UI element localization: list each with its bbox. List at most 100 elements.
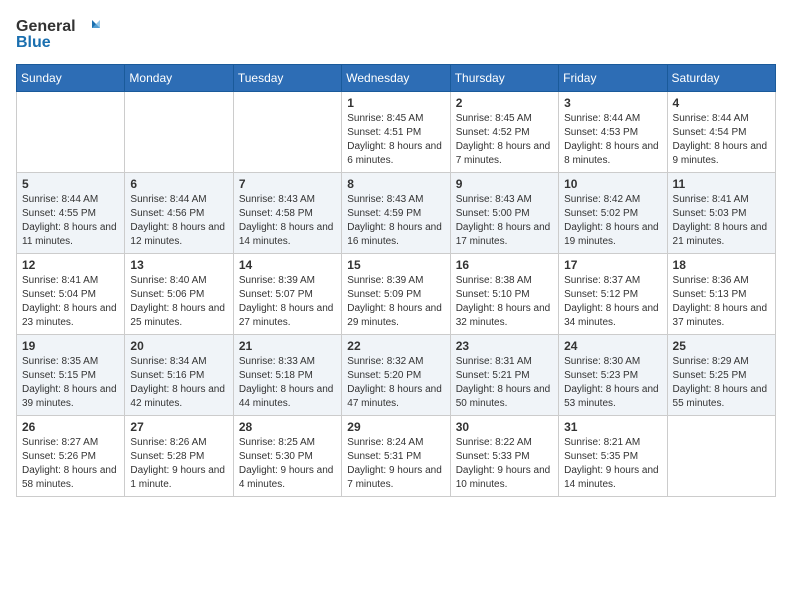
calendar-day-cell: 27 Sunrise: 8:26 AM Sunset: 5:28 PM Dayli… <box>125 416 233 497</box>
calendar-day-cell: 24 Sunrise: 8:30 AM Sunset: 5:23 PM Dayli… <box>559 335 667 416</box>
day-number: 18 <box>673 258 770 272</box>
day-info: Sunrise: 8:21 AM Sunset: 5:35 PM Dayligh… <box>564 436 661 492</box>
day-info: Sunrise: 8:26 AM Sunset: 5:28 PM Dayligh… <box>130 436 227 492</box>
day-number: 8 <box>347 177 444 191</box>
day-info: Sunrise: 8:45 AM Sunset: 4:52 PM Dayligh… <box>456 112 553 168</box>
calendar-day-cell: 12Sunrise: 8:41 AM Sunset: 5:04 PM Dayli… <box>17 254 125 335</box>
calendar-day-cell: 30Sunrise: 8:22 AM Sunset: 5:33 PM Dayli… <box>450 416 558 497</box>
calendar-day-cell: 22 Sunrise: 8:32 AM Sunset: 5:20 PM Dayli… <box>342 335 450 416</box>
logo: General Blue <box>16 16 100 52</box>
day-of-week-header: Sunday <box>17 65 125 92</box>
day-number: 23 <box>456 339 553 353</box>
day-info: Sunrise: 8:41 AM Sunset: 5:04 PM Dayligh… <box>22 274 119 330</box>
day-number: 29 <box>347 420 444 434</box>
logo-bird-icon <box>78 16 100 38</box>
calendar-day-cell <box>17 92 125 173</box>
day-number: 7 <box>239 177 336 191</box>
day-info: Sunrise: 8:42 AM Sunset: 5:02 PM Dayligh… <box>564 193 661 249</box>
day-number: 28 <box>239 420 336 434</box>
day-info: Sunrise: 8:38 AM Sunset: 5:10 PM Dayligh… <box>456 274 553 330</box>
calendar-day-cell: 14 Sunrise: 8:39 AM Sunset: 5:07 PM Dayli… <box>233 254 341 335</box>
day-info: Sunrise: 8:25 AM Sunset: 5:30 PM Dayligh… <box>239 436 336 492</box>
calendar-day-cell: 10 Sunrise: 8:42 AM Sunset: 5:02 PM Dayli… <box>559 173 667 254</box>
calendar-day-cell: 23 Sunrise: 8:31 AM Sunset: 5:21 PM Dayli… <box>450 335 558 416</box>
day-number: 5 <box>22 177 119 191</box>
calendar-day-cell: 7 Sunrise: 8:43 AM Sunset: 4:58 PM Daylig… <box>233 173 341 254</box>
day-info: Sunrise: 8:39 AM Sunset: 5:07 PM Dayligh… <box>239 274 336 330</box>
day-info: Sunrise: 8:37 AM Sunset: 5:12 PM Dayligh… <box>564 274 661 330</box>
calendar-day-cell: 18 Sunrise: 8:36 AM Sunset: 5:13 PM Dayli… <box>667 254 775 335</box>
calendar-day-cell: 16 Sunrise: 8:38 AM Sunset: 5:10 PM Dayli… <box>450 254 558 335</box>
calendar-day-cell: 26Sunrise: 8:27 AM Sunset: 5:26 PM Dayli… <box>17 416 125 497</box>
page-header: General Blue <box>16 16 776 52</box>
day-info: Sunrise: 8:39 AM Sunset: 5:09 PM Dayligh… <box>347 274 444 330</box>
calendar-day-cell: 1Sunrise: 8:45 AM Sunset: 4:51 PM Daylig… <box>342 92 450 173</box>
day-number: 14 <box>239 258 336 272</box>
calendar-day-cell: 11 Sunrise: 8:41 AM Sunset: 5:03 PM Dayli… <box>667 173 775 254</box>
day-info: Sunrise: 8:36 AM Sunset: 5:13 PM Dayligh… <box>673 274 770 330</box>
calendar-week-row: 1Sunrise: 8:45 AM Sunset: 4:51 PM Daylig… <box>17 92 776 173</box>
calendar-table: SundayMondayTuesdayWednesdayThursdayFrid… <box>16 64 776 497</box>
calendar-day-cell: 4Sunrise: 8:44 AM Sunset: 4:54 PM Daylig… <box>667 92 775 173</box>
calendar-week-row: 12Sunrise: 8:41 AM Sunset: 5:04 PM Dayli… <box>17 254 776 335</box>
day-info: Sunrise: 8:31 AM Sunset: 5:21 PM Dayligh… <box>456 355 553 411</box>
day-number: 17 <box>564 258 661 272</box>
calendar-day-cell: 20 Sunrise: 8:34 AM Sunset: 5:16 PM Dayli… <box>125 335 233 416</box>
day-number: 6 <box>130 177 227 191</box>
day-number: 20 <box>130 339 227 353</box>
day-of-week-header: Thursday <box>450 65 558 92</box>
day-info: Sunrise: 8:44 AM Sunset: 4:53 PM Dayligh… <box>564 112 661 168</box>
calendar-day-cell: 25 Sunrise: 8:29 AM Sunset: 5:25 PM Dayli… <box>667 335 775 416</box>
day-number: 26 <box>22 420 119 434</box>
day-of-week-header: Wednesday <box>342 65 450 92</box>
day-info: Sunrise: 8:43 AM Sunset: 5:00 PM Dayligh… <box>456 193 553 249</box>
calendar-day-cell: 3Sunrise: 8:44 AM Sunset: 4:53 PM Daylig… <box>559 92 667 173</box>
day-info: Sunrise: 8:45 AM Sunset: 4:51 PM Dayligh… <box>347 112 444 168</box>
calendar-week-row: 19 Sunrise: 8:35 AM Sunset: 5:15 PM Dayli… <box>17 335 776 416</box>
day-number: 22 <box>347 339 444 353</box>
calendar-day-cell <box>233 92 341 173</box>
day-info: Sunrise: 8:32 AM Sunset: 5:20 PM Dayligh… <box>347 355 444 411</box>
calendar-day-cell: 13 Sunrise: 8:40 AM Sunset: 5:06 PM Dayli… <box>125 254 233 335</box>
day-of-week-header: Friday <box>559 65 667 92</box>
day-number: 31 <box>564 420 661 434</box>
day-number: 27 <box>130 420 227 434</box>
day-number: 9 <box>456 177 553 191</box>
day-of-week-header: Monday <box>125 65 233 92</box>
day-info: Sunrise: 8:35 AM Sunset: 5:15 PM Dayligh… <box>22 355 119 411</box>
day-info: Sunrise: 8:44 AM Sunset: 4:55 PM Dayligh… <box>22 193 119 249</box>
day-number: 21 <box>239 339 336 353</box>
day-number: 2 <box>456 96 553 110</box>
day-info: Sunrise: 8:30 AM Sunset: 5:23 PM Dayligh… <box>564 355 661 411</box>
calendar-day-cell: 17 Sunrise: 8:37 AM Sunset: 5:12 PM Dayli… <box>559 254 667 335</box>
day-number: 13 <box>130 258 227 272</box>
day-number: 11 <box>673 177 770 191</box>
day-number: 25 <box>673 339 770 353</box>
day-number: 15 <box>347 258 444 272</box>
calendar-day-cell: 15 Sunrise: 8:39 AM Sunset: 5:09 PM Dayli… <box>342 254 450 335</box>
day-info: Sunrise: 8:40 AM Sunset: 5:06 PM Dayligh… <box>130 274 227 330</box>
calendar-day-cell <box>125 92 233 173</box>
calendar-day-cell: 31 Sunrise: 8:21 AM Sunset: 5:35 PM Dayli… <box>559 416 667 497</box>
calendar-day-cell <box>667 416 775 497</box>
day-number: 19 <box>22 339 119 353</box>
day-number: 24 <box>564 339 661 353</box>
calendar-header-row: SundayMondayTuesdayWednesdayThursdayFrid… <box>17 65 776 92</box>
day-info: Sunrise: 8:29 AM Sunset: 5:25 PM Dayligh… <box>673 355 770 411</box>
day-info: Sunrise: 8:43 AM Sunset: 4:59 PM Dayligh… <box>347 193 444 249</box>
calendar-day-cell: 28 Sunrise: 8:25 AM Sunset: 5:30 PM Dayli… <box>233 416 341 497</box>
day-info: Sunrise: 8:43 AM Sunset: 4:58 PM Dayligh… <box>239 193 336 249</box>
day-info: Sunrise: 8:33 AM Sunset: 5:18 PM Dayligh… <box>239 355 336 411</box>
day-info: Sunrise: 8:34 AM Sunset: 5:16 PM Dayligh… <box>130 355 227 411</box>
day-number: 10 <box>564 177 661 191</box>
day-info: Sunrise: 8:41 AM Sunset: 5:03 PM Dayligh… <box>673 193 770 249</box>
calendar-day-cell: 9 Sunrise: 8:43 AM Sunset: 5:00 PM Daylig… <box>450 173 558 254</box>
calendar-day-cell: 29Sunrise: 8:24 AM Sunset: 5:31 PM Dayli… <box>342 416 450 497</box>
day-number: 4 <box>673 96 770 110</box>
calendar-day-cell: 19 Sunrise: 8:35 AM Sunset: 5:15 PM Dayli… <box>17 335 125 416</box>
calendar-day-cell: 6Sunrise: 8:44 AM Sunset: 4:56 PM Daylig… <box>125 173 233 254</box>
calendar-day-cell: 8 Sunrise: 8:43 AM Sunset: 4:59 PM Daylig… <box>342 173 450 254</box>
day-number: 16 <box>456 258 553 272</box>
calendar-day-cell: 21 Sunrise: 8:33 AM Sunset: 5:18 PM Dayli… <box>233 335 341 416</box>
calendar-week-row: 5 Sunrise: 8:44 AM Sunset: 4:55 PM Daylig… <box>17 173 776 254</box>
